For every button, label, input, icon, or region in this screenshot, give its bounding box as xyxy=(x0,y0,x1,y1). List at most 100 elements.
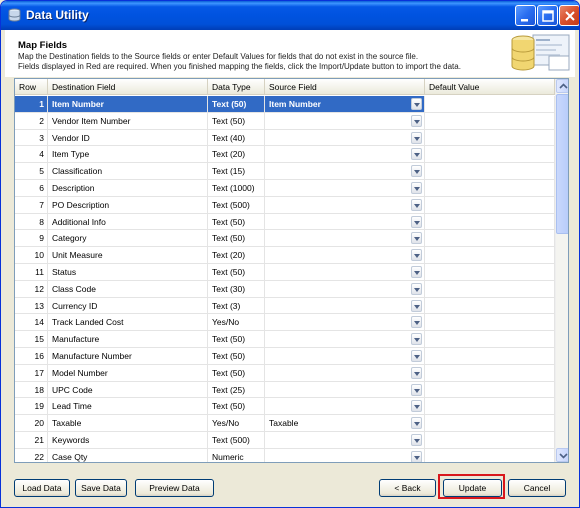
source-field-select[interactable] xyxy=(265,448,425,462)
default-value-input[interactable] xyxy=(425,331,555,348)
close-button[interactable] xyxy=(559,5,579,26)
scrollbar-thumb[interactable] xyxy=(556,94,568,234)
dropdown-arrow-icon[interactable] xyxy=(411,333,422,346)
table-row[interactable]: 4 Item Type Text (20) xyxy=(15,146,555,164)
source-field-select[interactable] xyxy=(265,331,425,348)
table-row[interactable]: 7 PO Description Text (500) xyxy=(15,196,555,214)
dropdown-arrow-icon[interactable] xyxy=(411,148,422,161)
default-value-input[interactable] xyxy=(425,146,555,163)
table-row[interactable]: 8 Additional Info Text (50) xyxy=(15,213,555,231)
source-field-select[interactable] xyxy=(265,398,425,415)
source-field-select[interactable] xyxy=(265,179,425,196)
table-row[interactable]: 13 Currency ID Text (3) xyxy=(15,297,555,315)
dropdown-arrow-icon[interactable] xyxy=(411,198,422,211)
default-value-input[interactable] xyxy=(425,263,555,280)
dropdown-arrow-icon[interactable] xyxy=(411,316,422,329)
table-row[interactable]: 10 Unit Measure Text (20) xyxy=(15,247,555,264)
column-header-default-value[interactable]: Default Value xyxy=(425,79,555,95)
default-value-input[interactable] xyxy=(425,213,555,230)
default-value-input[interactable] xyxy=(425,247,555,264)
table-row[interactable]: 19 Lead Time Text (50) xyxy=(15,398,555,416)
dropdown-arrow-icon[interactable] xyxy=(411,265,422,278)
dropdown-arrow-icon[interactable] xyxy=(411,400,422,413)
dropdown-arrow-icon[interactable] xyxy=(411,450,422,462)
dropdown-arrow-icon[interactable] xyxy=(411,249,422,262)
default-value-input[interactable] xyxy=(425,398,555,415)
default-value-input[interactable] xyxy=(425,280,555,297)
source-field-select[interactable] xyxy=(265,314,425,331)
dropdown-arrow-icon[interactable] xyxy=(411,417,422,430)
table-row[interactable]: 2 Vendor Item Number Text (50) xyxy=(15,112,555,130)
default-value-input[interactable] xyxy=(425,179,555,196)
dropdown-arrow-icon[interactable] xyxy=(411,366,422,379)
title-bar[interactable]: Data Utility xyxy=(1,1,579,30)
default-value-input[interactable] xyxy=(425,196,555,213)
table-row[interactable]: 16 Manufacture Number Text (50) xyxy=(15,347,555,365)
source-field-select[interactable] xyxy=(265,431,425,448)
default-value-input[interactable] xyxy=(425,96,555,112)
column-header-destination-field[interactable]: Destination Field xyxy=(48,79,208,95)
table-row[interactable]: 11 Status Text (50) xyxy=(15,263,555,281)
dropdown-arrow-icon[interactable] xyxy=(411,215,422,228)
preview-data-button[interactable]: Preview Data xyxy=(135,479,214,497)
column-header-source-field[interactable]: Source Field xyxy=(265,79,425,95)
dropdown-arrow-icon[interactable] xyxy=(411,181,422,194)
source-field-select[interactable] xyxy=(265,112,425,129)
source-field-select[interactable]: Item Number xyxy=(265,96,425,112)
source-field-select[interactable] xyxy=(265,263,425,280)
source-field-select[interactable] xyxy=(265,297,425,314)
source-field-select[interactable] xyxy=(265,347,425,364)
load-data-button[interactable]: Load Data xyxy=(14,479,70,497)
dropdown-arrow-icon[interactable] xyxy=(411,165,422,178)
maximize-button[interactable] xyxy=(537,5,558,26)
dropdown-arrow-icon[interactable] xyxy=(411,349,422,362)
default-value-input[interactable] xyxy=(425,431,555,448)
source-field-select[interactable] xyxy=(265,146,425,163)
source-field-select[interactable] xyxy=(265,163,425,180)
dropdown-arrow-icon[interactable] xyxy=(411,114,422,127)
table-row[interactable]: 3 Vendor ID Text (40) xyxy=(15,129,555,147)
source-field-select[interactable] xyxy=(265,213,425,230)
column-header-row[interactable]: Row xyxy=(15,79,48,95)
table-row[interactable]: 22 Case Qty Numeric xyxy=(15,448,555,462)
vertical-scrollbar[interactable] xyxy=(555,79,568,462)
table-row[interactable]: 12 Class Code Text (30) xyxy=(15,280,555,298)
source-field-select[interactable] xyxy=(265,364,425,381)
back-button[interactable]: < Back xyxy=(379,479,436,497)
table-row[interactable]: 14 Track Landed Cost Yes/No xyxy=(15,314,555,332)
save-data-button[interactable]: Save Data xyxy=(75,479,127,497)
default-value-input[interactable] xyxy=(425,297,555,314)
table-row[interactable]: 9 Category Text (50) xyxy=(15,230,555,248)
source-field-select[interactable] xyxy=(265,196,425,213)
dropdown-arrow-icon[interactable] xyxy=(411,433,422,446)
source-field-select[interactable] xyxy=(265,230,425,247)
source-field-select[interactable] xyxy=(265,129,425,146)
table-row[interactable]: 20 Taxable Yes/No Taxable xyxy=(15,415,555,432)
scroll-down-button[interactable] xyxy=(556,448,568,462)
table-row[interactable]: 21 Keywords Text (500) xyxy=(15,431,555,449)
table-row[interactable]: 18 UPC Code Text (25) xyxy=(15,381,555,399)
field-mapping-grid[interactable]: Row Destination Field Data Type Source F… xyxy=(14,78,569,463)
default-value-input[interactable] xyxy=(425,347,555,364)
dropdown-arrow-icon[interactable] xyxy=(411,131,422,144)
default-value-input[interactable] xyxy=(425,112,555,129)
update-button[interactable]: Update xyxy=(443,479,502,497)
column-header-data-type[interactable]: Data Type xyxy=(208,79,265,95)
table-row[interactable]: 17 Model Number Text (50) xyxy=(15,364,555,382)
table-row[interactable]: 5 Classification Text (15) xyxy=(15,163,555,180)
scroll-up-button[interactable] xyxy=(556,79,568,93)
source-field-select[interactable] xyxy=(265,247,425,264)
dropdown-arrow-icon[interactable] xyxy=(411,98,422,110)
source-field-select[interactable]: Taxable xyxy=(265,415,425,432)
table-row[interactable]: 6 Description Text (1000) xyxy=(15,179,555,197)
default-value-input[interactable] xyxy=(425,415,555,432)
table-row[interactable]: 15 Manufacture Text (50) xyxy=(15,331,555,348)
default-value-input[interactable] xyxy=(425,129,555,146)
source-field-select[interactable] xyxy=(265,280,425,297)
dropdown-arrow-icon[interactable] xyxy=(411,232,422,245)
dropdown-arrow-icon[interactable] xyxy=(411,383,422,396)
cancel-button[interactable]: Cancel xyxy=(508,479,566,497)
default-value-input[interactable] xyxy=(425,364,555,381)
default-value-input[interactable] xyxy=(425,163,555,180)
default-value-input[interactable] xyxy=(425,381,555,398)
